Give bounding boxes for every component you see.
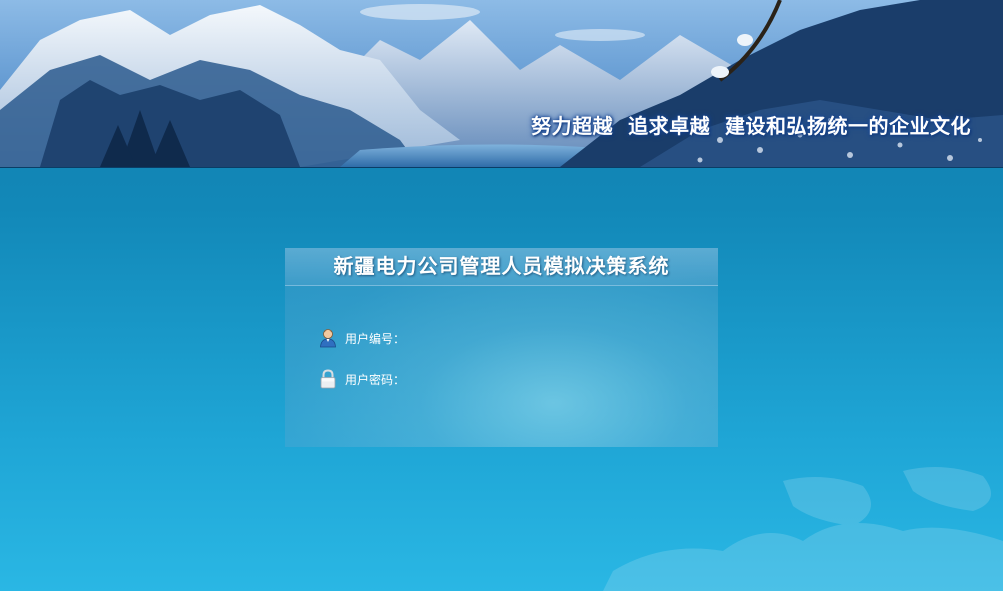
password-row: 用户密码： — [319, 368, 549, 390]
lock-icon — [319, 369, 337, 389]
banner-slogan: 努力超越 追求卓越 建设和弘扬统一的企业文化 — [531, 114, 971, 138]
world-map-decoration — [603, 467, 1003, 591]
mountain-landscape-image — [0, 0, 1003, 167]
system-title: 新疆电力公司管理人员模拟决策系统 — [285, 248, 718, 286]
user-icon — [319, 328, 337, 348]
header-banner: 努力超越 追求卓越 建设和弘扬统一的企业文化 — [0, 0, 1003, 168]
password-input[interactable] — [399, 369, 549, 387]
password-label: 用户密码： — [345, 372, 406, 387]
login-panel: 新疆电力公司管理人员模拟决策系统 用户编号： 用户密码： — [285, 248, 718, 447]
user-id-input[interactable] — [399, 328, 549, 346]
user-id-label: 用户编号： — [345, 331, 406, 346]
user-id-row: 用户编号： — [319, 327, 549, 349]
